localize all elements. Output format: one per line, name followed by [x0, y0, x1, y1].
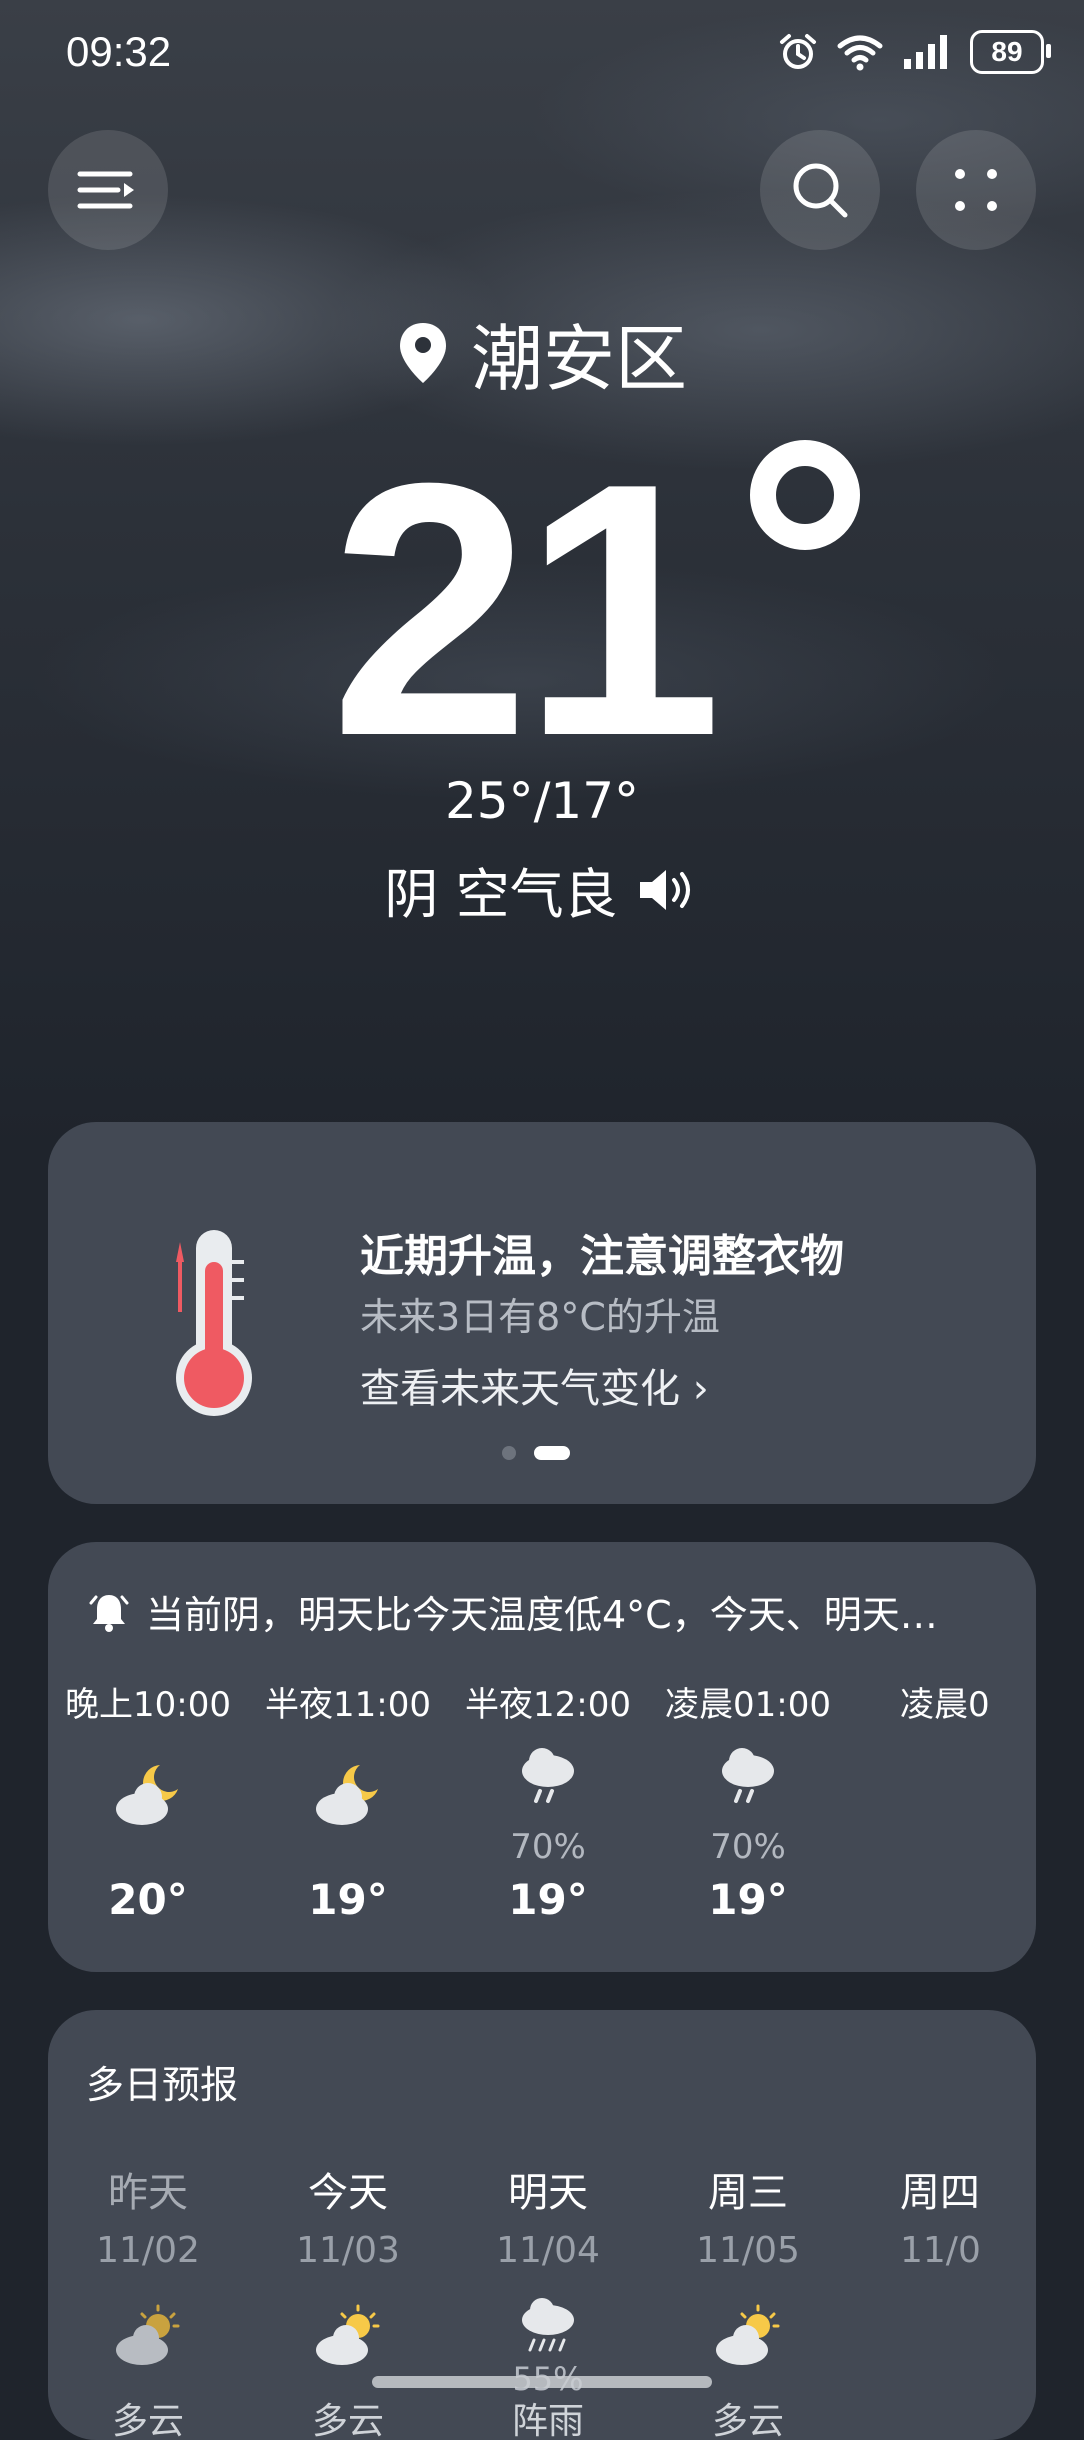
pager-dot-active — [534, 1446, 570, 1460]
battery-indicator: 89 — [970, 30, 1051, 74]
hour-time: 晚上10:00 — [65, 1685, 231, 1725]
hourly-item: 凌晨01:00 70% 19° — [648, 1677, 848, 1924]
hourly-item: 半夜11:00 19° — [248, 1677, 448, 1924]
wifi-icon — [837, 35, 883, 71]
day-date: 11/03 — [296, 2230, 400, 2271]
day-date: 11/02 — [96, 2230, 200, 2271]
rain-cloud-icon — [722, 1748, 774, 1803]
day-condition: 多云 — [311, 2401, 384, 2440]
signal-icon — [904, 35, 947, 69]
sun-cloud-icon — [116, 2304, 180, 2365]
daily-item[interactable]: 周三 11/05 多云 — [648, 2160, 848, 2440]
location-pin-icon — [399, 322, 446, 383]
bell-icon — [89, 1594, 129, 1632]
day-label: 明天 — [508, 2170, 588, 2216]
rain-cloud-icon — [522, 2298, 574, 2352]
sun-cloud-icon — [316, 2304, 380, 2365]
hourly-list[interactable]: 晚上10:00 20° 半夜11:00 19° 半夜12:00 70% 19° … — [48, 1677, 1008, 1967]
moon-cloud-icon — [316, 1765, 378, 1825]
hour-precip: 70% — [510, 1827, 586, 1867]
day-condition: 多云 — [711, 2401, 784, 2440]
alert-title: 近期升温，注意调整衣物 — [360, 1231, 844, 1282]
daily-list[interactable]: 昨天 11/02 多云 今天 11/03 多云 明天 11/04 阵雨 周三 1… — [48, 2160, 1008, 2440]
status-bar: 09:32 89 — [0, 0, 1084, 110]
pager-dots — [502, 1446, 570, 1460]
location-header[interactable]: 潮安区 — [0, 300, 1084, 405]
sun-cloud-icon — [716, 2304, 780, 2365]
hourly-summary: 当前阴，明天比今天温度低4°C，今天、明天… — [88, 1584, 1028, 1639]
day-label: 周三 — [708, 2170, 788, 2216]
hour-time: 凌晨0 — [900, 1685, 990, 1725]
rain-cloud-icon — [522, 1748, 574, 1803]
high-low-temperature: 25°/17° — [444, 772, 640, 830]
day-label: 昨天 — [108, 2170, 188, 2216]
thermometer-icon — [176, 1230, 252, 1416]
hour-temp: 19° — [708, 1875, 788, 1924]
home-indicator[interactable] — [372, 2376, 712, 2388]
grid-dots-icon — [955, 169, 997, 211]
day-condition: 阵雨 — [511, 2401, 584, 2440]
daily-item[interactable]: 今天 11/03 多云 — [248, 2160, 448, 2440]
current-condition: 阴 空气良 — [0, 850, 1084, 929]
hour-time: 半夜12:00 — [465, 1685, 631, 1725]
speaker-icon[interactable] — [636, 864, 700, 916]
daily-item[interactable]: 昨天 11/02 多云 — [48, 2160, 248, 2440]
daily-item[interactable]: 明天 11/04 55% 阵雨 — [448, 2160, 648, 2440]
hour-temp: 20° — [108, 1875, 188, 1924]
moon-cloud-icon — [116, 1765, 178, 1825]
pager-dot — [502, 1446, 516, 1460]
day-date: 11/04 — [496, 2230, 600, 2271]
hour-temp: 19° — [508, 1875, 588, 1924]
hourly-summary-text: 当前阴，明天比今天温度低4°C，今天、明天… — [146, 1593, 938, 1637]
hour-precip: 70% — [710, 1827, 786, 1867]
day-condition: 多云 — [111, 2401, 184, 2440]
status-time: 09:32 — [66, 28, 172, 75]
day-label: 周四 — [900, 2170, 980, 2216]
hourly-item: 凌晨0 70 19 — [848, 1677, 1008, 1726]
day-label: 今天 — [308, 2170, 388, 2216]
hourly-item: 半夜12:00 70% 19° — [448, 1677, 648, 1924]
degree-symbol — [750, 440, 860, 550]
hourly-item: 晚上10:00 20° — [48, 1677, 248, 1924]
menu-icon — [77, 171, 134, 209]
daily-title: 多日预报 — [86, 2063, 239, 2107]
future-weather-link[interactable]: 查看未来天气变化 › — [360, 1356, 709, 1414]
daily-item[interactable]: 周四 11/0 多云 — [848, 2160, 1008, 2271]
search-button[interactable] — [760, 130, 880, 250]
menu-button[interactable] — [48, 130, 168, 250]
alarm-icon — [780, 34, 816, 69]
location-name: 潮安区 — [470, 317, 687, 401]
status-icons: 89 — [778, 30, 1051, 74]
alert-subtitle: 未来3日有8°C的升温 — [360, 1295, 720, 1339]
temperature-alert-card[interactable]: 近期升温，注意调整衣物 未来3日有8°C的升温 查看未来天气变化 › — [48, 1122, 1036, 1504]
condition-text: 阴 空气良 — [384, 863, 618, 926]
day-date: 11/05 — [696, 2230, 800, 2271]
day-date: 11/0 — [900, 2230, 981, 2271]
battery-level: 89 — [991, 36, 1023, 67]
hour-time: 半夜11:00 — [265, 1685, 431, 1725]
search-icon — [793, 163, 848, 218]
more-button[interactable] — [916, 130, 1036, 250]
hour-temp: 19° — [308, 1875, 388, 1924]
current-temperature: 21 — [330, 409, 722, 811]
hourly-forecast-card[interactable]: 当前阴，明天比今天温度低4°C，今天、明天… 晚上10:00 20° 半夜11:… — [48, 1542, 1036, 1972]
hour-time: 凌晨01:00 — [665, 1685, 831, 1725]
